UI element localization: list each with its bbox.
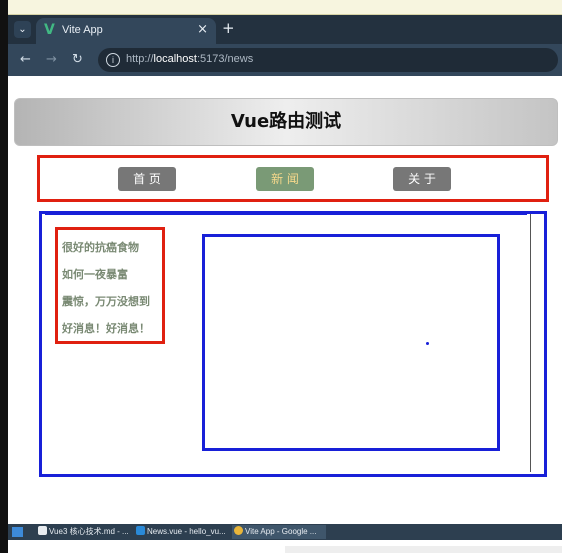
close-tab-icon[interactable]: × — [197, 22, 208, 37]
address-bar: ← → ↻ i http://localhost:5173/news — [8, 44, 562, 76]
news-item-link[interactable]: 很好的抗癌食物 — [62, 239, 139, 255]
nav-container: 首 页 新 闻 关 于 — [37, 155, 549, 202]
tab-title: Vite App — [62, 24, 103, 36]
url-field[interactable]: i http://localhost:5173/news — [98, 48, 558, 72]
tab-search-chevron-icon[interactable]: ⌄ — [14, 21, 31, 38]
content-divider — [45, 214, 527, 215]
news-list: 很好的抗癌食物 如何一夜暴富 震惊，万万没想到 好消息！好消息！ — [55, 227, 165, 344]
new-tab-button[interactable]: + — [222, 19, 235, 37]
start-icon[interactable] — [12, 527, 23, 537]
window-left-edge — [0, 0, 8, 553]
page-title: Vue路由测试 — [230, 111, 342, 132]
vue-logo-icon: V — [44, 22, 55, 38]
nav-link-news[interactable]: 新 闻 — [256, 167, 314, 191]
bottom-strip — [285, 546, 562, 553]
taskbar-item-chrome[interactable]: Vite App - Google ... — [232, 525, 326, 539]
typora-icon — [38, 526, 47, 535]
nav-link-home[interactable]: 首 页 — [118, 167, 176, 191]
reload-icon[interactable]: ↻ — [72, 52, 83, 67]
tab-bar: ⌄ V Vite App × + — [8, 15, 562, 44]
url-text: http://localhost:5173/news — [126, 53, 253, 65]
taskbar-item-vscode[interactable]: News.vue - hello_vu... — [134, 525, 226, 539]
taskbar-label: News.vue - hello_vu... — [147, 527, 226, 536]
url-host: localhost — [153, 53, 197, 65]
news-item-link[interactable]: 震惊，万万没想到 — [62, 293, 150, 309]
window-top-edge — [0, 0, 562, 15]
vscode-icon — [136, 526, 145, 535]
news-item-link[interactable]: 如何一夜暴富 — [62, 266, 128, 282]
back-icon[interactable]: ← — [20, 52, 31, 67]
chrome-icon — [234, 526, 243, 535]
news-detail-panel — [202, 234, 500, 451]
forward-icon[interactable]: → — [46, 52, 57, 67]
taskbar-item-typora[interactable]: Vue3 核心技术.md - ... — [36, 525, 129, 539]
browser-tab[interactable]: V Vite App × — [36, 18, 216, 44]
taskbar-label: Vue3 核心技术.md - ... — [49, 527, 129, 536]
content-right-edge — [530, 214, 531, 472]
page-header: Vue路由测试 — [14, 98, 558, 146]
cursor-dot — [426, 342, 429, 345]
os-taskbar: Vue3 核心技术.md - ... News.vue - hello_vu..… — [8, 524, 562, 540]
url-path: :5173/news — [196, 53, 254, 65]
url-prefix: http:// — [126, 53, 154, 65]
nav-link-about[interactable]: 关 于 — [393, 167, 451, 191]
site-info-icon[interactable]: i — [106, 53, 120, 67]
taskbar-label: Vite App - Google ... — [245, 527, 317, 536]
news-item-link[interactable]: 好消息！好消息！ — [62, 320, 150, 336]
